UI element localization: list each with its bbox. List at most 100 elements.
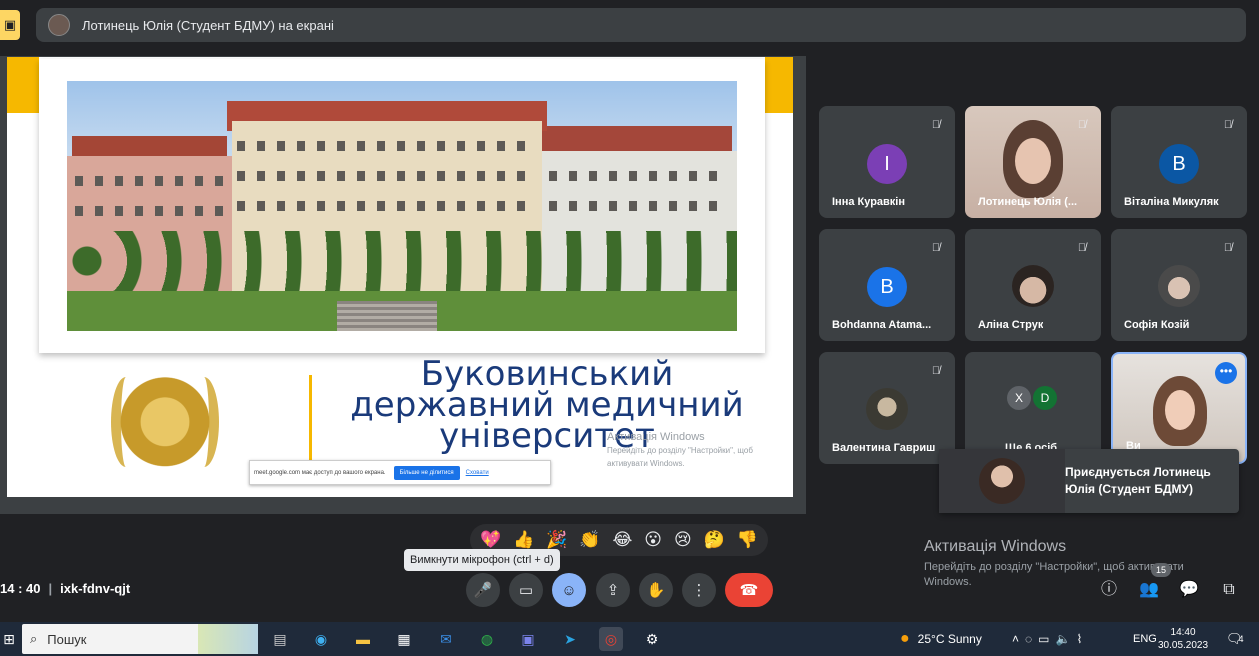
raise-hand-button[interactable]: ✋ <box>639 573 673 607</box>
camera-button[interactable]: ▭ <box>509 573 543 607</box>
store-icon[interactable]: ▦ <box>392 627 416 651</box>
reaction-thumbs-down[interactable]: 👎 <box>737 530 758 550</box>
participant-name: Лотинець Юлія (... <box>978 196 1078 208</box>
telegram-icon[interactable]: ➤ <box>558 627 582 651</box>
windows-activation-title: Активація Windows <box>924 538 1067 555</box>
notification-count: 4 <box>1238 634 1244 644</box>
notification-center[interactable]: 🗨 4 <box>1226 622 1244 656</box>
participant-count-badge: 15 <box>1151 563 1171 577</box>
present-screen-button[interactable]: ⇪ <box>596 573 630 607</box>
join-notification-text: Приєднується Лотинець Юлія (Студент БДМУ… <box>1065 465 1211 496</box>
presenting-icon[interactable]: ▣ <box>0 10 20 40</box>
chat-icon: 💬 <box>1179 581 1199 598</box>
task-view-icon[interactable]: ▤ <box>268 627 292 651</box>
clock-date: 30.05.2023 <box>1158 640 1209 651</box>
taskbar-search[interactable]: ⌕ Пошук <box>22 624 258 654</box>
more-participants-avatars: X D <box>1007 386 1059 410</box>
meeting-time: 14 : 40 <box>0 581 41 596</box>
file-explorer-icon[interactable]: ▬ <box>351 627 375 651</box>
microphone-icon: 🎤 <box>473 582 493 599</box>
system-tray[interactable]: ˄ ◌ ▭ 🔈 ⌇ <box>1012 622 1088 656</box>
search-highlight-image <box>198 624 258 654</box>
self-video <box>1153 376 1207 446</box>
slide-accent-left <box>7 57 39 113</box>
participant-tile[interactable]: 🎙̸ Софія Козій <box>1111 229 1247 341</box>
teams-icon[interactable]: ▣ <box>516 627 540 651</box>
reactions-button[interactable]: ☺ <box>552 573 586 607</box>
utorrent-icon[interactable]: ◍ <box>475 627 499 651</box>
chat-button[interactable]: 💬 <box>1177 578 1201 602</box>
more-participants-tile[interactable]: X D Ще 6 осіб <box>965 352 1101 464</box>
mic-off-icon: 🎙̸ <box>1223 242 1233 254</box>
weather-widget[interactable]: ● 25°C Sunny <box>900 622 982 656</box>
reaction-sad[interactable]: 😢 <box>674 530 692 550</box>
participant-avatar: B <box>867 267 907 307</box>
shared-slide: Буковинський державний медичний універси… <box>7 57 793 497</box>
university-seal-logo <box>109 375 221 479</box>
hand-icon: ✋ <box>646 582 666 599</box>
search-icon: ⌕ <box>30 631 38 646</box>
participant-name: Bohdanna Atama... <box>832 319 932 331</box>
reaction-surprised[interactable]: 😮 <box>644 530 662 550</box>
leave-call-button[interactable]: ☎ <box>725 573 773 607</box>
windows-activation-subtitle: Перейдіть до розділу "Настройки", щоб ак… <box>924 561 1184 588</box>
people-icon: 👥 <box>1139 581 1159 598</box>
participant-tile[interactable]: 🎙̸ В Віталіна Микуляк <box>1111 106 1247 218</box>
mic-off-icon: 🎙̸ <box>1223 119 1233 131</box>
taskbar-clock[interactable]: 14:40 30.05.2023 <box>1158 626 1208 652</box>
slide-accent-right <box>765 57 793 113</box>
people-button[interactable]: 👥 <box>1137 578 1161 602</box>
meeting-details-button[interactable]: ⓘ <box>1097 578 1121 602</box>
participant-photo-avatar <box>1158 265 1200 307</box>
wifi-icon: ⌇ <box>1076 632 1089 646</box>
join-notification: Приєднується Лотинець Юлія (Студент БДМУ… <box>939 449 1239 513</box>
windows-activation-watermark: Активація Windows Перейдіть до розділу "… <box>924 538 1214 590</box>
participant-tile[interactable]: 🎙̸ Валентина Гавриш <box>819 352 955 464</box>
participant-name: Софія Козій <box>1124 319 1190 331</box>
participant-tile-video[interactable]: 🎙̸ Лотинець Юлія (... <box>965 106 1101 218</box>
participant-tile[interactable]: 🎙̸ Аліна Струк <box>965 229 1101 341</box>
battery-icon: ▭ <box>1038 632 1056 646</box>
participant-name: Інна Куравкін <box>832 196 906 208</box>
shapes-icon: ⧉ <box>1223 581 1235 598</box>
mail-icon[interactable]: ✉ <box>434 627 458 651</box>
mic-off-icon: 🎙̸ <box>931 242 941 254</box>
sun-icon: ● <box>900 630 910 647</box>
mic-tooltip: Вимкнути мікрофон (ctrl + d) <box>404 549 560 571</box>
reaction-heart[interactable]: 💖 <box>480 530 501 550</box>
mic-off-icon: 🎙̸ <box>1077 119 1087 131</box>
activities-button[interactable]: ⧉ <box>1217 578 1241 602</box>
presenter-avatar <box>48 14 70 36</box>
slide-activation-watermark: Активація Windows Перейдіть до розділу "… <box>607 431 753 468</box>
presenting-banner: Лотинець Юлія (Студент БДМУ) на екрані <box>36 8 1246 42</box>
meeting-code[interactable]: ixk-fdnv-qjt <box>60 581 130 596</box>
more-options-icon[interactable]: ••• <box>1215 362 1237 384</box>
tray-chevron-icon: ˄ <box>1012 632 1026 646</box>
start-button[interactable]: ⊞ <box>0 622 18 656</box>
more-options-button[interactable]: ⋮ <box>682 573 716 607</box>
edge-icon[interactable]: ◉ <box>309 627 333 651</box>
reaction-thumbs-up[interactable]: 👍 <box>513 530 534 550</box>
screen-share-notice: meet.google.com має доступ до вашого екр… <box>249 460 551 485</box>
stop-sharing-button[interactable]: Більше не ділитися <box>393 465 460 480</box>
university-building-photo <box>67 81 737 331</box>
chrome-icon[interactable]: ◎ <box>599 627 623 651</box>
phone-hangup-icon: ☎ <box>739 582 759 599</box>
reaction-laugh[interactable]: 😂 <box>612 530 632 550</box>
reaction-thinking[interactable]: 🤔 <box>704 530 725 550</box>
hide-notice-link[interactable]: Сховати <box>466 470 489 476</box>
reaction-party[interactable]: 🎉 <box>546 530 567 550</box>
participant-video <box>1003 120 1063 198</box>
participant-avatar: В <box>1159 144 1199 184</box>
info-icon: ⓘ <box>1100 581 1117 598</box>
settings-gear-icon[interactable]: ⚙ <box>640 627 664 651</box>
participant-tile[interactable]: 🎙̸ B Bohdanna Atama... <box>819 229 955 341</box>
microphone-button[interactable]: 🎤 <box>466 573 500 607</box>
self-view-tile[interactable]: ••• Ви <box>1111 352 1247 464</box>
weather-text: 25°C Sunny <box>917 632 982 646</box>
mic-off-icon: 🎙̸ <box>1077 242 1087 254</box>
emoji-icon: ☺ <box>561 581 577 599</box>
language-indicator[interactable]: ENG <box>1133 622 1157 656</box>
participant-tile[interactable]: 🎙̸ I Інна Куравкін <box>819 106 955 218</box>
reaction-clap[interactable]: 👏 <box>579 530 600 550</box>
